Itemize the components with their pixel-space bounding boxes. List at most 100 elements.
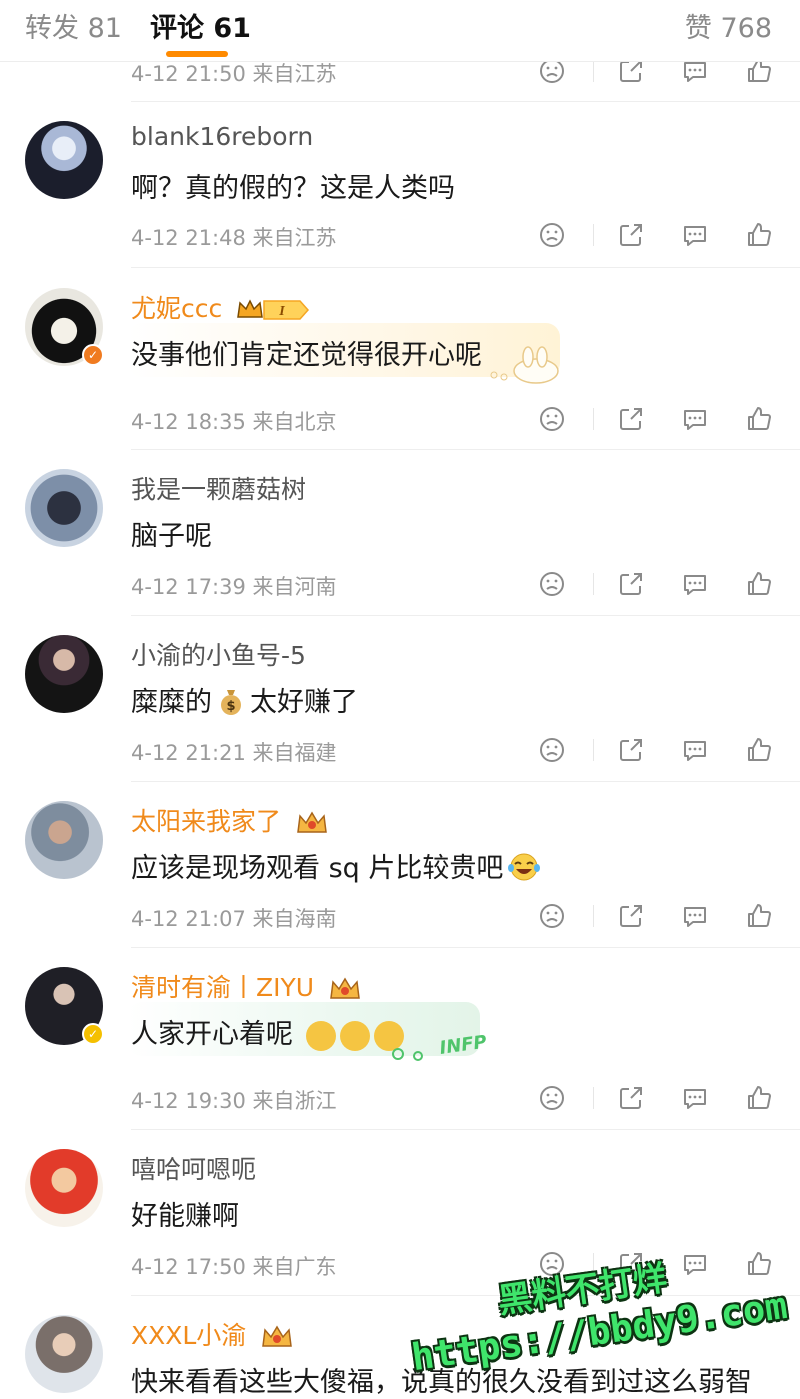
comment-actions (530, 220, 780, 250)
avatar[interactable] (25, 635, 103, 713)
comment-username[interactable]: XXXL小渝 (131, 1316, 294, 1352)
share-icon[interactable] (616, 220, 646, 250)
comment-text: 人家开心着呢 (131, 1012, 404, 1051)
infp-sticker-icon: INFP (392, 1032, 488, 1061)
vip-level-text: I (278, 304, 285, 319)
avatar[interactable] (25, 1149, 103, 1227)
tab-likes[interactable]: 赞 768 (685, 6, 772, 45)
comment-username[interactable]: blank16reborn (131, 122, 313, 151)
svg-text:INFP: INFP (438, 1032, 488, 1059)
comment-username[interactable]: 尤妮ccc I (131, 289, 310, 325)
dislike-icon[interactable] (537, 735, 567, 765)
share-icon[interactable] (616, 404, 646, 434)
divider (593, 60, 594, 82)
like-icon[interactable] (744, 901, 774, 931)
comment-text-part: 应该是现场观看 sq 片比较贵吧 (131, 853, 504, 884)
comment-actions (530, 1083, 780, 1113)
reply-icon[interactable] (680, 569, 710, 599)
share-icon[interactable] (616, 901, 646, 931)
divider (131, 1129, 800, 1130)
comment-text-part: 太好赚了 (250, 687, 358, 718)
comment-text: 好能赚啊 (131, 1201, 239, 1232)
username-label: 太阳来我家了 (131, 807, 282, 836)
dislike-icon[interactable] (537, 220, 567, 250)
vip-crown-badge-icon (262, 1325, 293, 1347)
divider (593, 739, 594, 761)
divider (131, 267, 800, 268)
laughing-tears-emoji-icon (508, 853, 541, 881)
divider (593, 905, 594, 927)
like-icon[interactable] (744, 220, 774, 250)
verified-badge-icon: ✓ (82, 1023, 104, 1045)
username-label: 清时有渝丨ZIYU (131, 973, 315, 1002)
comment-text: 啊？真的假的？这是人类吗 (131, 173, 455, 204)
comment-username[interactable]: 清时有渝丨ZIYU (131, 968, 362, 1004)
reply-icon[interactable] (680, 735, 710, 765)
reply-icon[interactable] (680, 1083, 710, 1113)
dislike-icon[interactable] (537, 1083, 567, 1113)
comment-meta: 4-12 21:50 来自江苏 (131, 62, 337, 86)
like-icon[interactable] (744, 404, 774, 434)
comment-meta: 4-12 21:21 来自福建 (131, 741, 337, 765)
username-label: 尤妮ccc (131, 294, 223, 323)
dislike-icon[interactable] (537, 404, 567, 434)
avatar[interactable] (25, 469, 103, 547)
divider (131, 449, 800, 450)
comment-text: 没事他们肯定还觉得很开心呢 (131, 340, 482, 371)
divider (593, 408, 594, 430)
tab-reposts[interactable]: 转发 81 (25, 6, 122, 45)
comment-meta: 4-12 21:48 来自江苏 (131, 226, 337, 250)
comment-username[interactable]: 我是一颗蘑菇树 (131, 470, 306, 506)
share-icon[interactable] (616, 1083, 646, 1113)
reply-icon[interactable] (680, 1249, 710, 1279)
comment-meta: 4-12 17:39 来自河南 (131, 575, 337, 599)
comment-username[interactable]: 嘻哈呵嗯呃 (131, 1150, 256, 1186)
tab-comments[interactable]: 评论 61 (150, 6, 251, 45)
comment-actions (530, 901, 780, 931)
comment-text: 应该是现场观看 sq 片比较贵吧 (131, 846, 541, 885)
reply-icon[interactable] (680, 901, 710, 931)
comment-username[interactable]: 太阳来我家了 (131, 802, 329, 838)
like-icon[interactable] (744, 1249, 774, 1279)
reply-icon[interactable] (680, 404, 710, 434)
share-icon[interactable] (616, 569, 646, 599)
comment-tabs-bar: 转发 81 评论 61 赞 768 (0, 0, 800, 62)
reply-icon[interactable] (680, 220, 710, 250)
comment-username[interactable]: 小渝的小鱼号-5 (131, 636, 306, 672)
vip-crown-badge-icon (297, 811, 327, 833)
thinking-emoji-icon (339, 1020, 370, 1051)
vip-crown-badge-icon (330, 977, 360, 999)
active-tab-indicator (166, 51, 228, 57)
share-icon[interactable] (616, 735, 646, 765)
comment-actions (530, 404, 780, 434)
comment-actions (530, 569, 780, 599)
like-icon[interactable] (744, 569, 774, 599)
dislike-icon[interactable] (537, 901, 567, 931)
dislike-icon[interactable] (537, 569, 567, 599)
divider (593, 1087, 594, 1109)
bunny-sticker-icon (490, 346, 559, 384)
vip-crown-badge-icon: I (237, 299, 310, 320)
svg-text:$: $ (226, 699, 235, 714)
comment-text: 脑子呢 (131, 521, 212, 552)
comment-meta: 4-12 19:30 来自浙江 (131, 1089, 337, 1113)
avatar[interactable] (25, 1315, 103, 1393)
divider (593, 224, 594, 246)
avatar[interactable] (25, 121, 103, 199)
money-bag-emoji-icon: $ (221, 690, 241, 715)
avatar[interactable] (25, 801, 103, 879)
comment-meta: 4-12 21:07 来自海南 (131, 907, 337, 931)
username-label: XXXL小渝 (131, 1321, 247, 1350)
comment-meta: 4-12 17:50 来自广东 (131, 1255, 337, 1279)
thinking-emoji-icon (305, 1020, 336, 1051)
divider (131, 947, 800, 948)
like-icon[interactable] (744, 1083, 774, 1113)
like-icon[interactable] (744, 735, 774, 765)
divider (131, 615, 800, 616)
divider (131, 101, 800, 102)
comment-actions (530, 735, 780, 765)
comment-text-part: 糜糜的 (131, 687, 212, 718)
comment-text-part: 人家开心着呢 (131, 1019, 293, 1050)
comment-text: 糜糜的 $ 太好赚了 (131, 680, 358, 719)
comment-meta: 4-12 18:35 来自北京 (131, 410, 337, 434)
